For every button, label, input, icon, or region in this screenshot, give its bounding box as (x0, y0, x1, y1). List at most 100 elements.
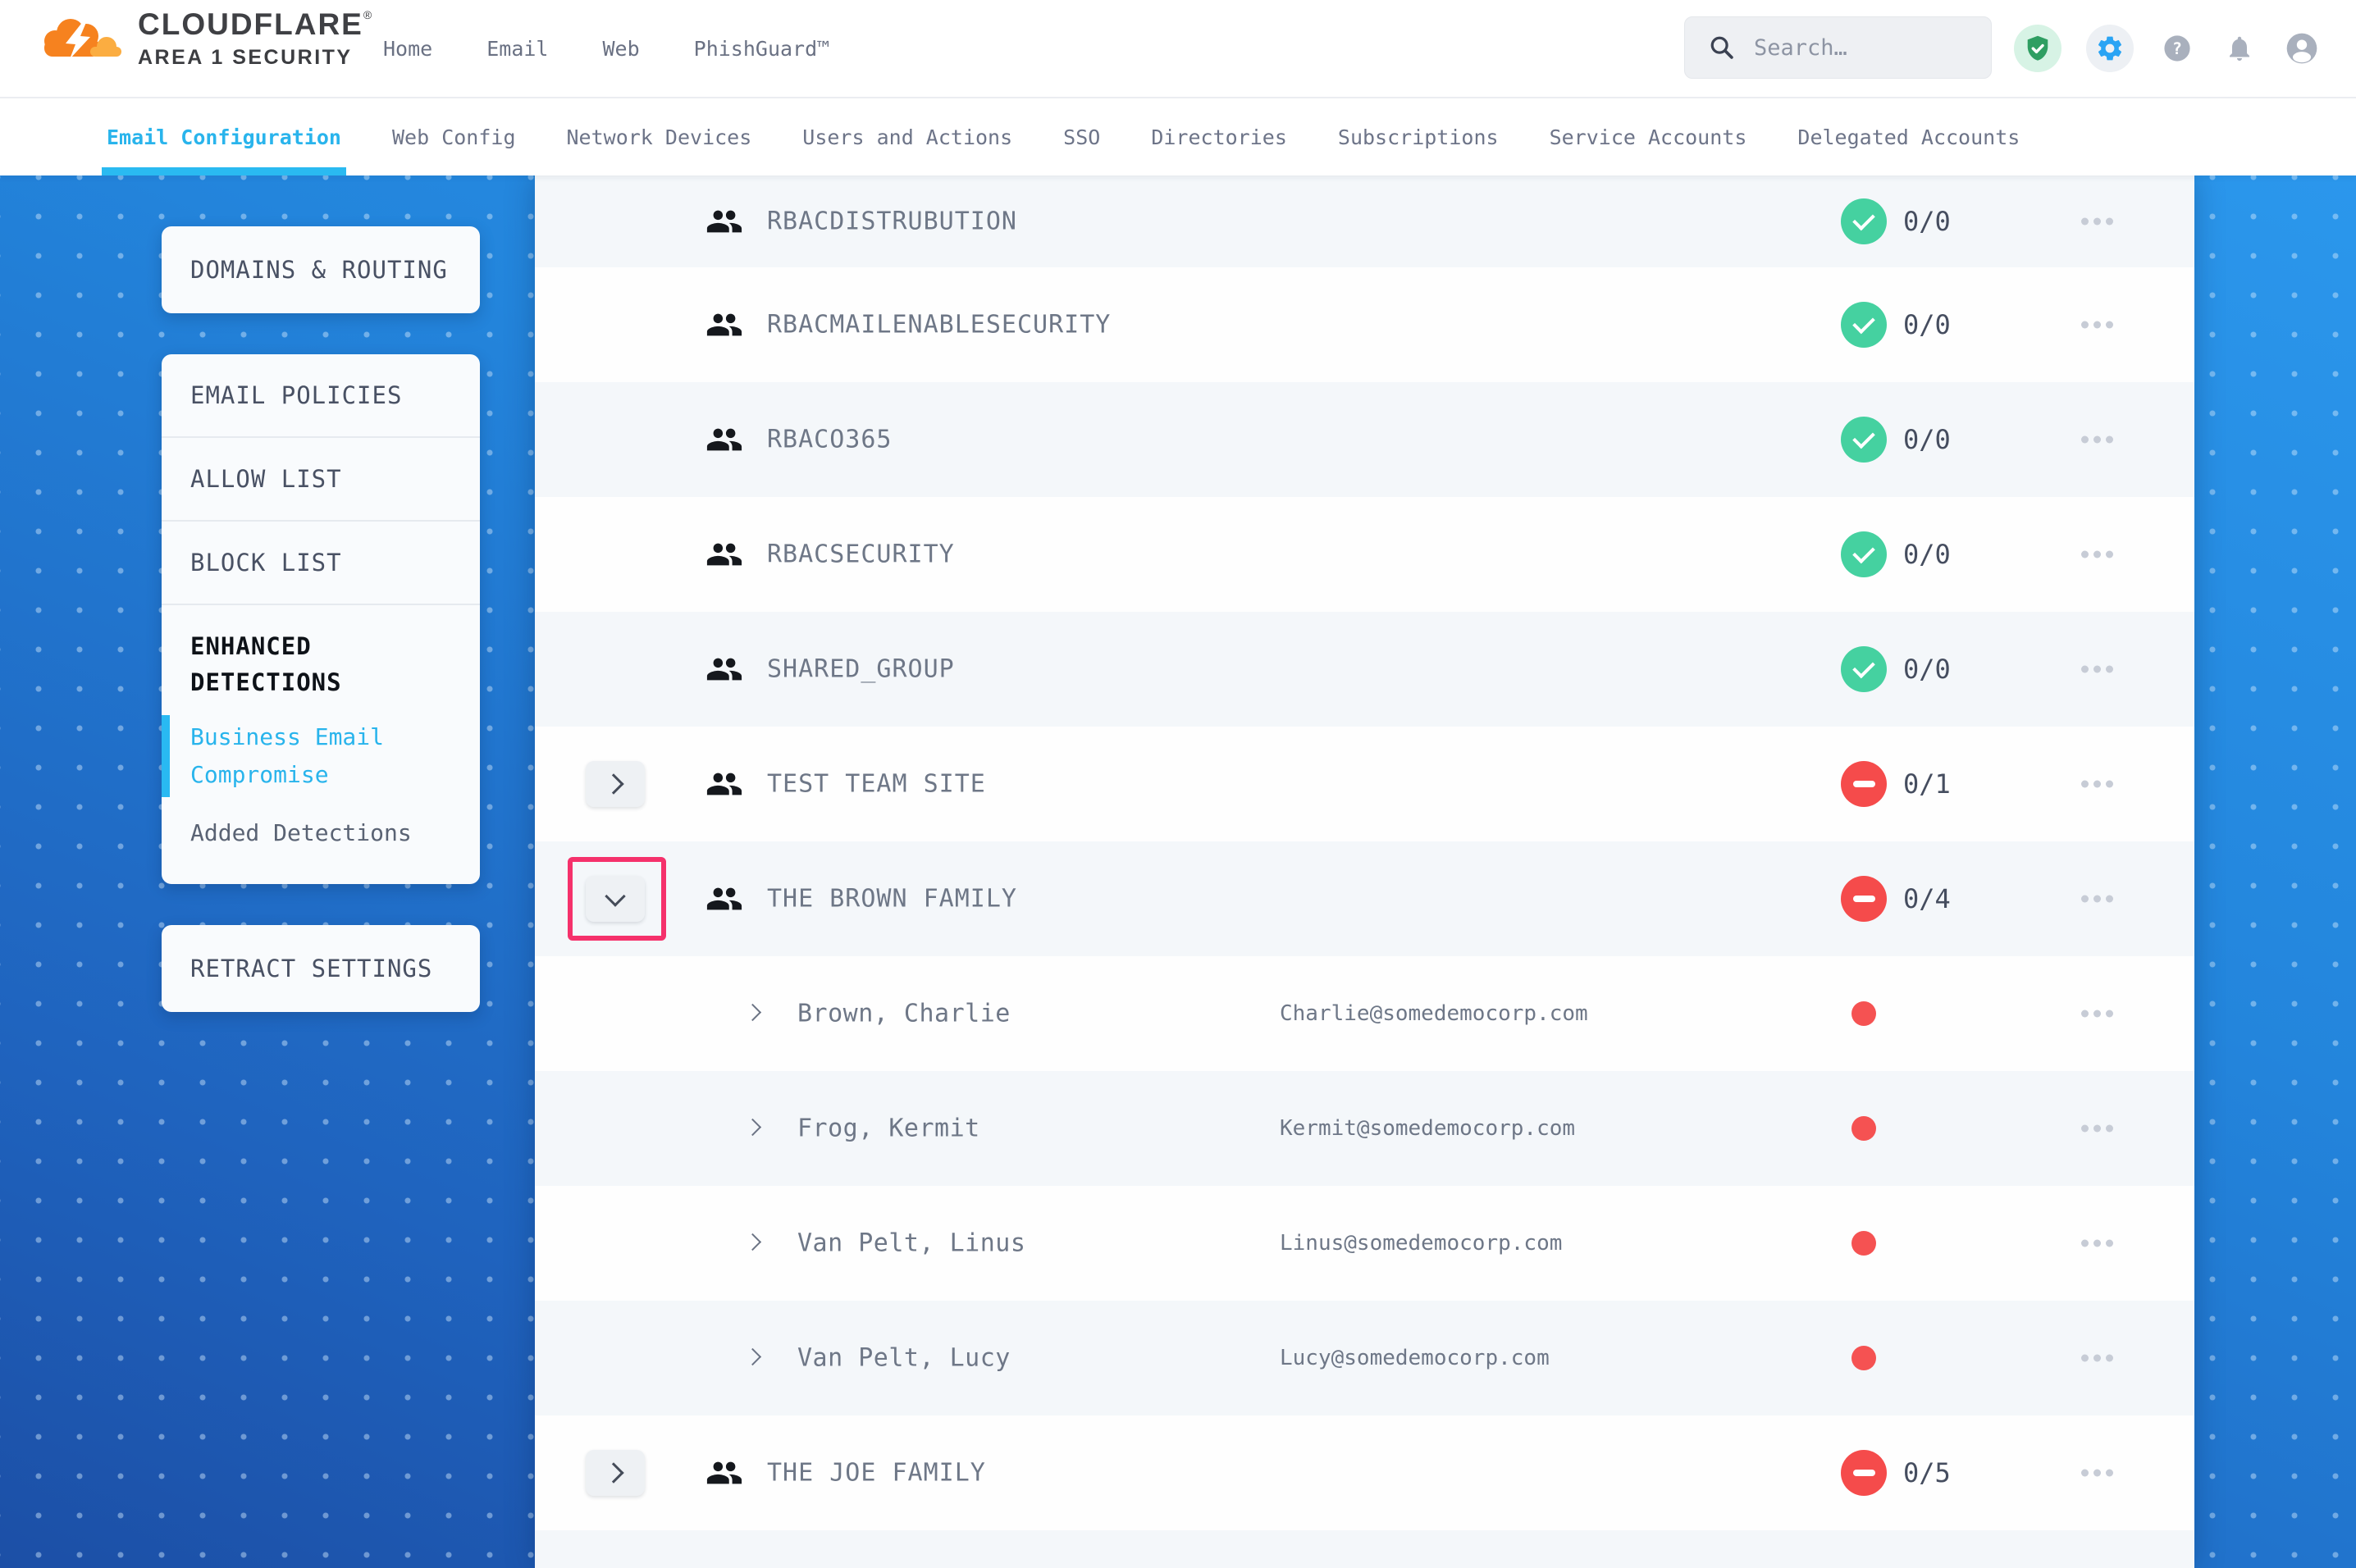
cloudflare-logo[interactable]: CLOUDFLARE® AREA 1 SECURITY (34, 8, 372, 70)
row-actions-menu[interactable] (2081, 1470, 2113, 1477)
group-name: SHARED_GROUP (767, 655, 955, 684)
sidebar-item-domains-routing[interactable]: DOMAINS & ROUTING (190, 226, 451, 313)
chevron-right-icon[interactable] (744, 1233, 761, 1251)
group-row[interactable]: SHARED_GROUP 0/0 (535, 612, 2194, 727)
group-name: RBACMAILENABLESECURITY (767, 311, 1111, 340)
member-email: Kermit@somedemocorp.com (1280, 1116, 1575, 1141)
header-nav: Home Email Web PhishGuard™ (383, 0, 829, 97)
help-icon[interactable]: ? (2158, 30, 2196, 67)
member-row[interactable]: Brown, CharlieCharlie@somedemocorp.com (535, 956, 2194, 1071)
sidebar-item-allow-list[interactable]: ALLOW LIST (190, 438, 451, 520)
tab-users-and-actions[interactable]: Users and Actions (802, 98, 1012, 175)
check-icon (1852, 426, 1875, 449)
expand-group-button[interactable] (586, 761, 645, 807)
sidebar-item-business-email-compromise[interactable]: Business Email Compromise (190, 718, 451, 794)
member-count: 0/4 (1903, 883, 1951, 914)
sidebar: DOMAINS & ROUTING EMAIL POLICIESALLOW LIS… (162, 226, 480, 1053)
sidebar-item-retract-settings[interactable]: RETRACT SETTINGS (190, 925, 451, 1012)
group-name: RBACO365 (767, 426, 893, 454)
member-count: 0/5 (1903, 1457, 1951, 1488)
group-name: THE JOE FAMILY (767, 1459, 986, 1488)
content-area: DOMAINS & ROUTING EMAIL POLICIESALLOW LIS… (0, 175, 2356, 1568)
account-icon[interactable] (2283, 30, 2321, 67)
chevron-right-icon (603, 773, 623, 794)
group-row[interactable]: RBACMAILENABLESECURITY 0/0 (535, 267, 2194, 382)
settings-gear-icon[interactable] (2086, 25, 2134, 72)
search-input[interactable]: Search… (1684, 16, 1992, 79)
svg-text:?: ? (2172, 39, 2182, 58)
row-actions-menu[interactable] (2081, 321, 2113, 329)
tab-subscriptions[interactable]: Subscriptions (1338, 98, 1499, 175)
group-name: RBACSECURITY (767, 540, 955, 569)
group-row[interactable]: RBACO365 0/0 (535, 382, 2194, 497)
member-name: Van Pelt, Linus (797, 1229, 1025, 1258)
security-shield-icon[interactable] (2014, 25, 2062, 72)
row-actions-menu[interactable] (2081, 1125, 2113, 1133)
group-name: TEST TEAM SITE (767, 770, 986, 799)
chevron-right-icon[interactable] (744, 1004, 761, 1021)
group-row[interactable]: THE BROWN FAMILY0/4 (535, 841, 2194, 956)
row-actions-menu[interactable] (2081, 666, 2113, 673)
check-icon (1852, 540, 1875, 563)
sidebar-card: RETRACT SETTINGS (162, 925, 480, 1012)
status-ok-badge (1841, 417, 1887, 463)
tab-delegated-accounts[interactable]: Delegated Accounts (1797, 98, 2020, 175)
tab-directories[interactable]: Directories (1151, 98, 1287, 175)
header-nav-home[interactable]: Home (383, 37, 432, 61)
group-row[interactable]: RBACSECURITY0/0 (535, 497, 2194, 612)
sidebar-card: DOMAINS & ROUTING (162, 226, 480, 313)
tab-sso[interactable]: SSO (1063, 98, 1100, 175)
member-row[interactable]: Frog, KermitKermit@somedemocorp.com (535, 1071, 2194, 1186)
brand-subtitle: AREA 1 SECURITY (138, 46, 372, 70)
row-actions-menu[interactable] (2081, 218, 2113, 226)
tab-email-configuration[interactable]: Email Configuration (107, 98, 341, 175)
status-alert-dot (1851, 1231, 1876, 1256)
sidebar-item-email-policies[interactable]: EMAIL POLICIES (190, 354, 451, 436)
minus-icon (1853, 896, 1875, 902)
brand-name: CLOUDFLARE (138, 7, 363, 41)
member-count: 0/0 (1903, 654, 1951, 685)
minus-icon (1853, 781, 1875, 787)
row-actions-menu[interactable] (2081, 1240, 2113, 1247)
check-icon (1852, 311, 1875, 334)
row-actions-menu[interactable] (2081, 896, 2113, 903)
minus-icon (1853, 1470, 1875, 1476)
member-name: Brown, Charlie (797, 1000, 1011, 1028)
row-actions-menu[interactable] (2081, 436, 2113, 444)
member-row[interactable]: Van Pelt, LinusLinus@somedemocorp.com (535, 1186, 2194, 1301)
header-nav-phishguard[interactable]: PhishGuard™ (694, 37, 830, 61)
status-alert-dot (1851, 1116, 1876, 1141)
group-row[interactable]: RBACDISTRUBUTION0/0 (535, 175, 2194, 267)
sidebar-item-block-list[interactable]: BLOCK LIST (190, 522, 451, 604)
sidebar-section-enhanced-detections: ENHANCED DETECTIONS (190, 628, 451, 700)
group-row[interactable]: TEST TEAM SITE 0/1 (535, 727, 2194, 841)
row-actions-menu[interactable] (2081, 781, 2113, 788)
member-count: 0/0 (1903, 309, 1951, 340)
chevron-right-icon[interactable] (744, 1348, 761, 1365)
status-ok-badge (1841, 198, 1887, 244)
member-email: Lucy@somedemocorp.com (1280, 1346, 1550, 1370)
chevron-right-icon[interactable] (744, 1119, 761, 1136)
brand-trademark: ® (363, 8, 372, 21)
notifications-bell-icon[interactable] (2221, 30, 2258, 67)
member-count: 0/0 (1903, 424, 1951, 455)
group-people-icon (705, 421, 743, 458)
cloudflare-cloud-icon (34, 13, 131, 64)
row-actions-menu[interactable] (2081, 551, 2113, 558)
header-nav-email[interactable]: Email (486, 37, 548, 61)
member-row[interactable]: Van Pelt, LucyLucy@somedemocorp.com (535, 1301, 2194, 1415)
tab-web-config[interactable]: Web Config (392, 98, 516, 175)
tab-service-accounts[interactable]: Service Accounts (1550, 98, 1747, 175)
tab-network-devices[interactable]: Network Devices (567, 98, 752, 175)
chevron-right-icon (603, 1462, 623, 1483)
group-row[interactable]: THE JOE FAMILY 0/5 (535, 1415, 2194, 1530)
status-ok-badge (1841, 646, 1887, 692)
sidebar-item-added-detections[interactable]: Added Detections (190, 817, 451, 850)
row-actions-menu[interactable] (2081, 1355, 2113, 1362)
group-people-icon (705, 1454, 743, 1492)
member-count: 0/1 (1903, 768, 1951, 800)
header-nav-web[interactable]: Web (602, 37, 639, 61)
expand-group-button[interactable] (586, 1450, 645, 1496)
row-actions-menu[interactable] (2081, 1010, 2113, 1018)
status-blocked-badge (1841, 761, 1887, 807)
